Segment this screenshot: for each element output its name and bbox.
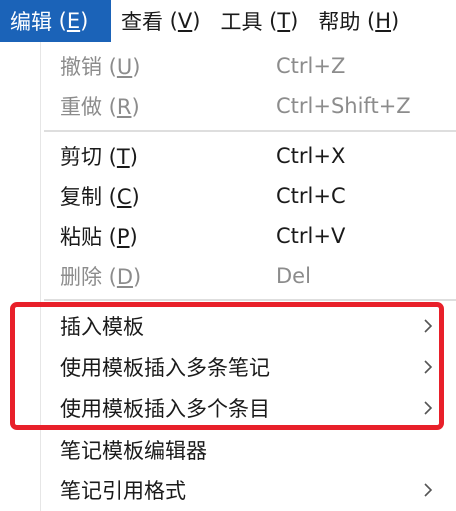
cut-text: 剪切 xyxy=(60,145,102,169)
undo-accel: U xyxy=(116,55,133,79)
redo-accel: R xyxy=(116,95,132,119)
menu-item-redo[interactable]: 重做 (R) Ctrl+Shift+Z xyxy=(0,86,456,126)
menubar-view-label: 查看 xyxy=(121,10,163,34)
delete-accel: D xyxy=(116,265,134,289)
copy-shortcut: Ctrl+C xyxy=(276,184,346,208)
menubar-edit-label: 编辑 xyxy=(10,10,52,34)
menu-item-insert-multiple-items[interactable]: 使用模板插入多个条目 xyxy=(0,388,456,428)
menu-item-insert-multiple-notes[interactable]: 使用模板插入多条笔记 xyxy=(0,347,456,387)
menu-item-note-template-editor[interactable]: 笔记模板编辑器 xyxy=(0,430,456,470)
menu-item-redo-label: 重做 (R) xyxy=(60,95,140,119)
menubar-help[interactable]: 帮助 (H) xyxy=(308,0,409,42)
menu-item-insert-template[interactable]: 插入模板 xyxy=(0,306,456,346)
menu-separator xyxy=(44,299,456,301)
cut-shortcut: Ctrl+X xyxy=(276,144,346,168)
menubar-help-label: 帮助 xyxy=(318,10,361,34)
menu-bar: 编辑 (E) 查看 (V) 工具 (T) 帮助 (H) xyxy=(0,0,456,42)
edit-dropdown-menu: 撤销 (U) Ctrl+Z 重做 (R) Ctrl+Shift+Z 剪切 (T)… xyxy=(0,42,456,511)
menu-item-note-citation-format[interactable]: 笔记引用格式 xyxy=(0,470,456,510)
paste-accel: P xyxy=(116,225,130,249)
menubar-edit[interactable]: 编辑 (E) xyxy=(0,0,111,42)
menubar-view-accel: V xyxy=(177,9,193,33)
menu-separator xyxy=(44,130,456,132)
menubar-help-accel: H xyxy=(375,9,392,33)
redo-shortcut: Ctrl+Shift+Z xyxy=(276,94,411,118)
chevron-right-icon xyxy=(424,401,433,415)
insert-multiple-items-label: 使用模板插入多个条目 xyxy=(60,397,270,421)
menu-item-undo-label: 撤销 (U) xyxy=(60,55,141,79)
chevron-right-icon xyxy=(424,319,433,333)
copy-accel: C xyxy=(116,185,132,209)
delete-shortcut: Del xyxy=(276,264,311,288)
insert-multiple-notes-label: 使用模板插入多条笔记 xyxy=(60,356,270,380)
note-template-editor-label: 笔记模板编辑器 xyxy=(60,439,207,463)
menu-item-cut[interactable]: 剪切 (T) Ctrl+X xyxy=(0,136,456,176)
menu-item-copy-label: 复制 (C) xyxy=(60,185,140,209)
paste-text: 粘贴 xyxy=(60,225,102,249)
paste-shortcut: Ctrl+V xyxy=(276,224,346,248)
note-citation-format-label: 笔记引用格式 xyxy=(60,479,186,503)
menu-item-delete-label: 删除 (D) xyxy=(60,265,142,289)
menu-item-cut-label: 剪切 (T) xyxy=(60,145,138,169)
insert-template-label: 插入模板 xyxy=(60,315,144,339)
menu-item-paste-label: 粘贴 (P) xyxy=(60,225,138,249)
undo-text: 撤销 xyxy=(60,55,102,79)
menubar-edit-accel: E xyxy=(66,9,81,33)
menubar-tools[interactable]: 工具 (T) xyxy=(210,0,308,42)
menu-item-paste[interactable]: 粘贴 (P) Ctrl+V xyxy=(0,216,456,256)
delete-text: 删除 xyxy=(60,265,102,289)
menu-item-undo[interactable]: 撤销 (U) Ctrl+Z xyxy=(0,46,456,86)
menubar-tools-label: 工具 xyxy=(220,10,263,34)
menu-item-delete[interactable]: 删除 (D) Del xyxy=(0,256,456,296)
redo-text: 重做 xyxy=(60,95,102,119)
chevron-right-icon xyxy=(424,483,433,497)
menu-item-copy[interactable]: 复制 (C) Ctrl+C xyxy=(0,176,456,216)
menubar-view[interactable]: 查看 (V) xyxy=(111,0,210,42)
menubar-tools-accel: T xyxy=(277,9,291,33)
copy-text: 复制 xyxy=(60,185,102,209)
cut-accel: T xyxy=(116,145,130,169)
chevron-right-icon xyxy=(424,360,433,374)
undo-shortcut: Ctrl+Z xyxy=(276,54,346,78)
